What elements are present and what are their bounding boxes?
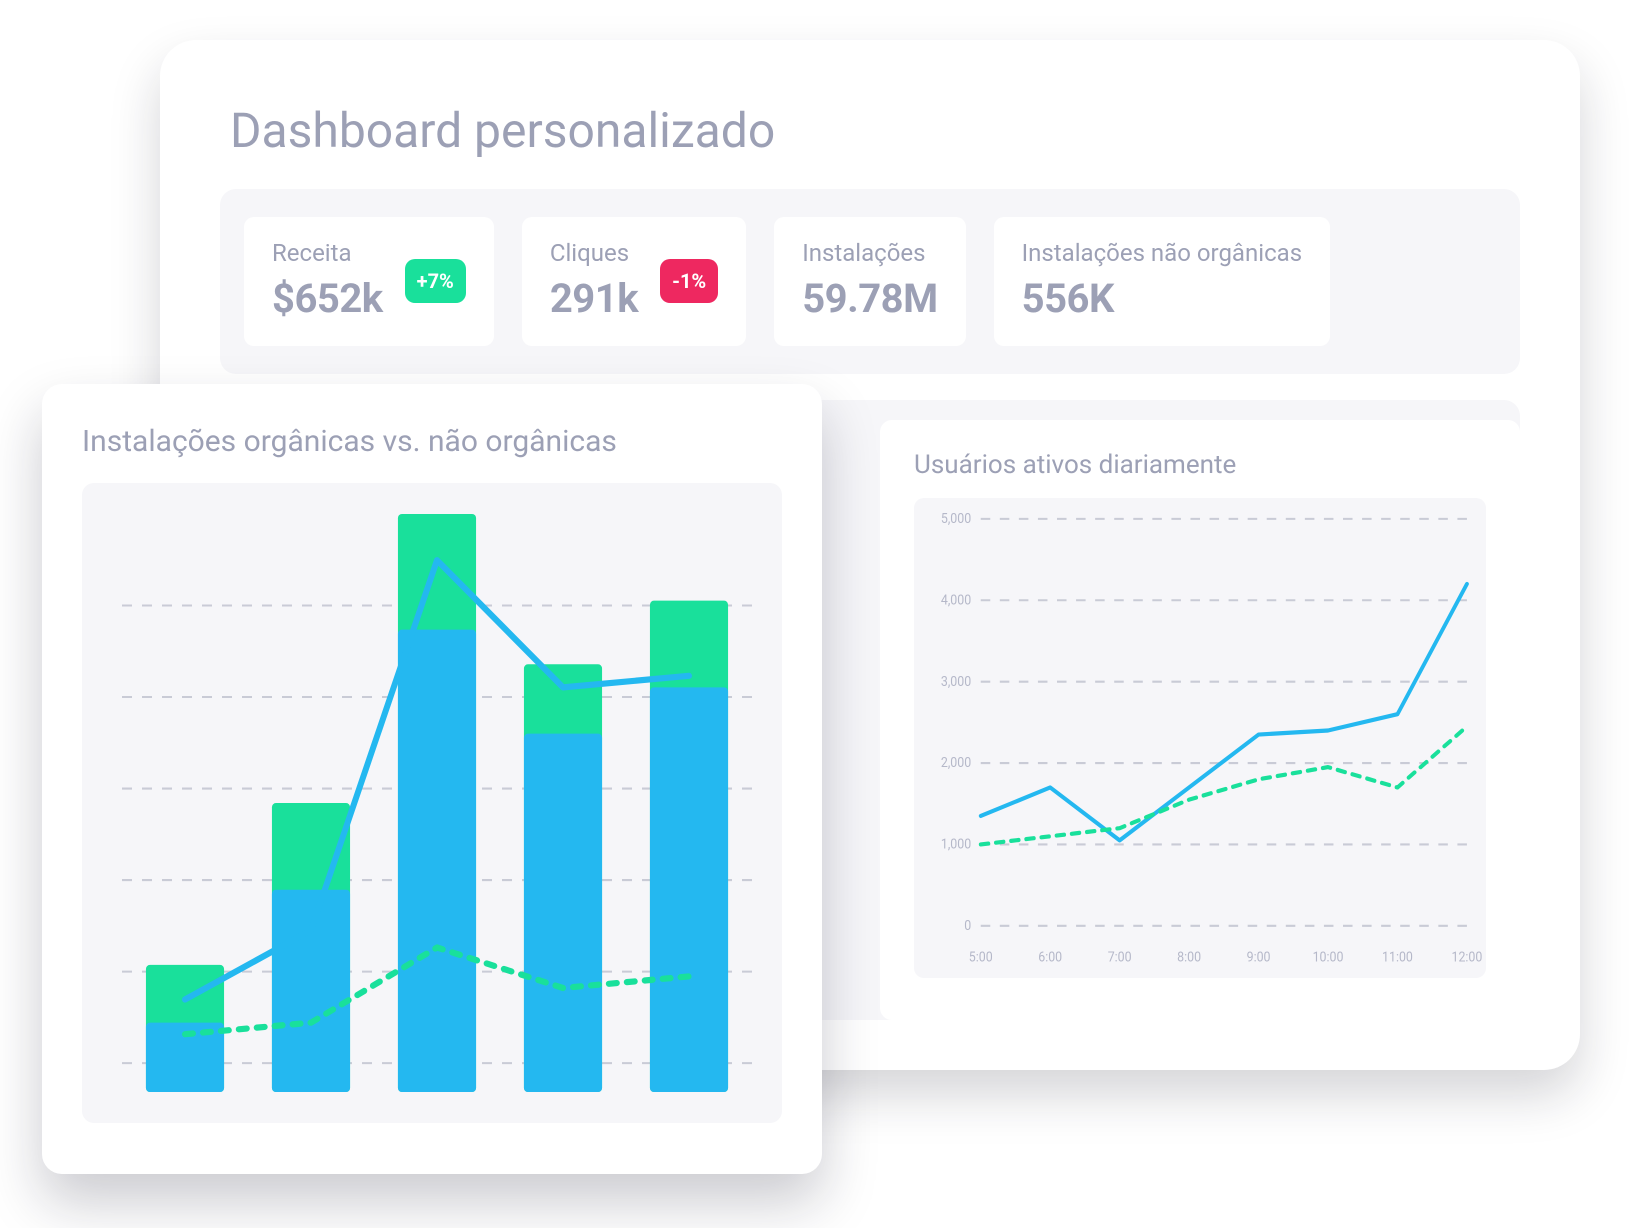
svg-text:3,000: 3,000	[941, 674, 971, 690]
kpi-value: 291k	[550, 275, 638, 322]
chart-title: Usuários ativos diariamente	[914, 450, 1486, 480]
kpi-label: Instalações	[802, 239, 937, 267]
kpi-delta-badge: +7%	[405, 259, 466, 303]
organic-vs-nonorganic-chart	[82, 483, 782, 1123]
kpi-value: 59.78M	[802, 275, 937, 322]
organic-vs-nonorganic-card: Instalações orgânicas vs. não orgânicas	[42, 384, 822, 1174]
kpi-row: Receita $652k +7% Cliques 291k -1% Insta…	[220, 189, 1520, 374]
kpi-label: Instalações não orgânicas	[1022, 239, 1302, 267]
dau-chart: 0 1,000 2,000 3,000 4,000 5,000 5:00 6:00 7:00 8:…	[914, 498, 1486, 978]
svg-text:1,000: 1,000	[941, 837, 971, 853]
kpi-value: 556K	[1022, 275, 1302, 322]
svg-text:12:00: 12:00	[1452, 950, 1483, 966]
kpi-instalacoes-nao-organicas: Instalações não orgânicas 556K	[994, 217, 1330, 346]
kpi-label: Cliques	[550, 239, 638, 267]
page-title: Dashboard personalizado	[230, 102, 1520, 159]
kpi-label: Receita	[272, 239, 383, 267]
chart-title: Instalações orgânicas vs. não orgânicas	[82, 424, 782, 459]
svg-text:8:00: 8:00	[1177, 950, 1201, 966]
svg-text:11:00: 11:00	[1382, 950, 1413, 966]
kpi-delta-badge: -1%	[660, 259, 718, 303]
dau-card: Usuários ativos diariamente 0 1,000 2,000 3…	[880, 420, 1520, 1020]
svg-text:10:00: 10:00	[1313, 950, 1344, 966]
svg-text:7:00: 7:00	[1108, 950, 1132, 966]
kpi-instalacoes: Instalações 59.78M	[774, 217, 965, 346]
svg-text:5,000: 5,000	[941, 512, 971, 528]
kpi-receita: Receita $652k +7%	[244, 217, 494, 346]
svg-text:2,000: 2,000	[941, 756, 971, 772]
kpi-cliques: Cliques 291k -1%	[522, 217, 746, 346]
svg-text:5:00: 5:00	[969, 950, 993, 966]
svg-text:4,000: 4,000	[941, 593, 971, 609]
svg-text:0: 0	[964, 919, 971, 935]
kpi-value: $652k	[272, 275, 383, 322]
svg-text:6:00: 6:00	[1038, 950, 1062, 966]
svg-text:9:00: 9:00	[1247, 950, 1271, 966]
